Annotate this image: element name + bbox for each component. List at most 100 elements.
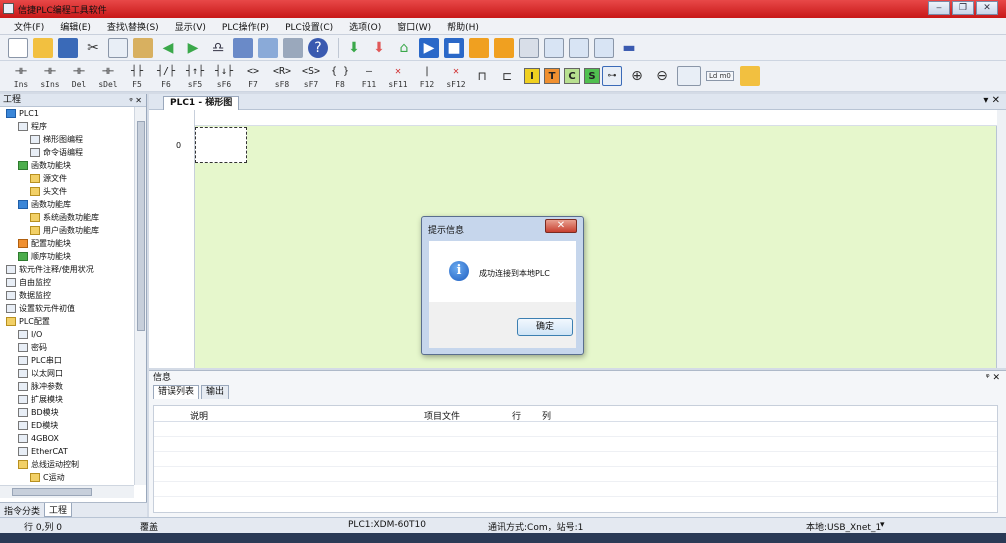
branch-open-icon[interactable]: ⊓	[472, 66, 492, 86]
tree-item[interactable]: 函数功能库	[0, 198, 133, 211]
open-folder-icon[interactable]	[33, 37, 53, 58]
document-close-icon[interactable]: ▾ ✕	[983, 95, 1000, 106]
redo-arrow-icon[interactable]: ▶	[183, 38, 203, 58]
column-header[interactable]: 行	[512, 409, 521, 422]
tab-error-list[interactable]: 错误列表	[153, 385, 200, 399]
print-icon[interactable]	[283, 37, 303, 58]
menu-plc-settings[interactable]: PLC设置(C)	[277, 20, 341, 33]
check-icon[interactable]	[258, 37, 278, 58]
insert-row-button[interactable]: ⊣⊢ Ins	[8, 64, 34, 89]
undo-arrow-icon[interactable]: ◀	[158, 38, 178, 58]
tree-item[interactable]: PLC串口	[0, 354, 133, 367]
delete-row-button[interactable]: ⊣⊢ Del	[66, 64, 92, 89]
tab-output[interactable]: 输出	[201, 385, 230, 399]
lock-icon[interactable]	[469, 37, 489, 58]
delete-column-button[interactable]: ⊣⊢ sDel	[95, 64, 121, 89]
tree-item[interactable]: PLC1	[0, 107, 133, 120]
chevron-down-icon[interactable]: ▾	[880, 520, 885, 530]
reset-coil-button[interactable]: <R> sF8	[269, 64, 295, 89]
instruction-button[interactable]: { } F8	[327, 64, 353, 89]
save-icon[interactable]	[58, 37, 78, 58]
key-icon[interactable]: ▬	[619, 38, 639, 58]
tab-instruction-category[interactable]: 指令分类	[0, 504, 44, 517]
rising-edge-button[interactable]: ┤↑├ sF5	[182, 64, 208, 89]
tree-item[interactable]: ED模块	[0, 419, 133, 432]
ld-m0-toggle[interactable]: Ld m0	[706, 71, 734, 81]
insert-column-button[interactable]: ⊣⊢ sIns	[37, 64, 63, 89]
run-icon[interactable]: ▶	[419, 37, 439, 58]
falling-edge-button[interactable]: ┤↓├ sF6	[211, 64, 237, 89]
menu-plc-operation[interactable]: PLC操作(P)	[214, 20, 277, 33]
dialog-close-button[interactable]: ✕	[545, 219, 577, 233]
compile-icon[interactable]	[233, 37, 253, 58]
horizontal-line-button[interactable]: — F11	[356, 64, 382, 89]
nc-contact-button[interactable]: ┤/├ F6	[153, 64, 179, 89]
block-i-button[interactable]: I	[524, 68, 540, 84]
column-header[interactable]: 说明	[190, 409, 208, 422]
column-header[interactable]: 列	[542, 409, 551, 422]
tree-item[interactable]: 自由监控	[0, 276, 133, 289]
delete-horizontal-line-button[interactable]: ✕ sF11	[385, 64, 411, 89]
no-contact-button[interactable]: ┤├ F5	[124, 64, 150, 89]
copy-icon[interactable]	[108, 37, 128, 58]
tree-item[interactable]: EtherCAT	[0, 445, 133, 458]
tree-item[interactable]: I/O	[0, 328, 133, 341]
minimize-button[interactable]: ‒	[928, 1, 950, 15]
pin-close-icon[interactable]: ᵠ ✕	[129, 94, 142, 107]
cut-icon[interactable]: ✂	[83, 38, 103, 58]
block-c-button[interactable]: C	[564, 68, 580, 84]
project-tree-hscroll[interactable]	[0, 485, 134, 498]
upload-arrow-icon[interactable]: ⬇	[369, 38, 389, 58]
column-header[interactable]: 项目文件	[424, 409, 460, 422]
ok-button[interactable]: 确定	[517, 318, 573, 336]
tree-item[interactable]: 用户函数功能库	[0, 224, 133, 237]
tree-item[interactable]: 顺序功能块	[0, 250, 133, 263]
menu-find-replace[interactable]: 查找\替换(S)	[99, 20, 167, 33]
zoom-in-icon[interactable]: ⊕	[627, 66, 647, 86]
download-arrow-icon[interactable]: ⬇	[344, 38, 364, 58]
zoom-page-icon[interactable]	[569, 37, 589, 58]
transfer-icon[interactable]	[739, 66, 760, 86]
block-t-button[interactable]: T	[544, 68, 560, 84]
table-icon[interactable]	[594, 37, 614, 58]
maximize-button[interactable]: ❐	[952, 1, 974, 15]
vertical-line-button[interactable]: | F12	[414, 64, 440, 89]
tree-item[interactable]: 4GBOX	[0, 432, 133, 445]
stop-icon[interactable]: ■	[444, 37, 464, 58]
scroll-thumb[interactable]	[137, 121, 145, 331]
menu-edit[interactable]: 编辑(E)	[52, 20, 99, 33]
ladder-cursor-cell[interactable]	[195, 127, 247, 163]
home-icon[interactable]: ⌂	[394, 38, 414, 58]
menu-file[interactable]: 文件(F)	[6, 20, 52, 33]
branch-close-icon[interactable]: ⊏	[497, 66, 517, 86]
tree-item[interactable]: 数据监控	[0, 289, 133, 302]
tree-item[interactable]: 程序	[0, 120, 133, 133]
find-binoculars-icon[interactable]: ♎	[208, 38, 228, 58]
tree-item[interactable]: 总线运动控制	[0, 458, 133, 471]
tree-item[interactable]: C运动	[0, 471, 133, 484]
menu-options[interactable]: 选项(O)	[341, 20, 389, 33]
help-icon[interactable]: ?	[308, 37, 328, 58]
tree-item[interactable]: 扩展模块	[0, 393, 133, 406]
tree-item[interactable]: 函数功能块	[0, 159, 133, 172]
tab-project[interactable]: 工程	[44, 503, 73, 517]
project-tree-vscroll[interactable]	[134, 107, 146, 485]
insert-block-icon[interactable]: ⊶	[602, 66, 622, 86]
tree-item[interactable]: 脉冲参数	[0, 380, 133, 393]
block-s-button[interactable]: S	[584, 68, 600, 84]
monitor-icon[interactable]	[519, 37, 539, 58]
unlock-icon[interactable]	[494, 37, 514, 58]
tree-item[interactable]: 命令语编程	[0, 146, 133, 159]
tree-item[interactable]: 设置软元件初值	[0, 302, 133, 315]
delete-vertical-line-button[interactable]: ✕ sF12	[443, 64, 469, 89]
close-window-button[interactable]: ✕	[976, 1, 998, 15]
tree-item[interactable]: 梯形图编程	[0, 133, 133, 146]
scroll-thumb[interactable]	[12, 488, 92, 496]
tree-item[interactable]: 软元件注释/使用状况	[0, 263, 133, 276]
tree-item[interactable]: 源文件	[0, 172, 133, 185]
tree-item[interactable]: 以太网口	[0, 367, 133, 380]
tree-item[interactable]: 系统函数功能库	[0, 211, 133, 224]
zoom-out-icon[interactable]: ⊖	[652, 66, 672, 86]
new-file-icon[interactable]	[8, 37, 28, 58]
list-view-icon[interactable]	[677, 66, 701, 86]
